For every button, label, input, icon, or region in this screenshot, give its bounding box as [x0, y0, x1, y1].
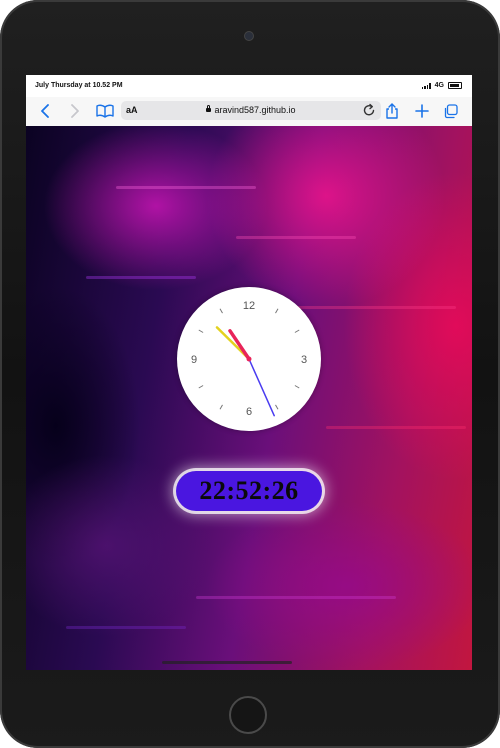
- browser-toolbar: aA aravind587.github.io: [26, 97, 472, 127]
- clock-tick: [294, 329, 300, 333]
- signal-icon: [421, 82, 431, 89]
- battery-icon: [448, 82, 462, 89]
- lock-icon: [206, 105, 212, 112]
- wallpaper-streak: [196, 596, 396, 599]
- clock-number-6: 6: [246, 406, 252, 418]
- url-display[interactable]: aravind587.github.io: [121, 105, 381, 115]
- wallpaper-streak: [66, 626, 186, 629]
- tablet-frame: July Thursday at 10.52 PM 4G aA aravind5…: [0, 0, 500, 748]
- clock-number-9: 9: [191, 354, 197, 366]
- clock-tick: [275, 308, 279, 314]
- network-label: 4G: [434, 82, 444, 89]
- clock-tick: [198, 329, 204, 333]
- forward-icon[interactable]: [70, 103, 80, 119]
- clock-tick: [198, 385, 204, 389]
- clock-face: 12 3 6 9: [191, 300, 307, 418]
- analog-clock: 12 3 6 9: [177, 287, 321, 431]
- wallpaper-streak: [326, 426, 466, 429]
- screen: July Thursday at 10.52 PM 4G aA aravind5…: [26, 75, 472, 670]
- reload-icon[interactable]: [363, 103, 376, 122]
- url-text: aravind587.github.io: [214, 105, 296, 115]
- clock-tick: [294, 385, 300, 389]
- back-icon[interactable]: [40, 103, 50, 119]
- digital-clock: 22:52:26: [176, 471, 322, 511]
- home-button[interactable]: [229, 696, 267, 734]
- tabs-icon[interactable]: [443, 103, 458, 119]
- wallpaper-streak: [86, 276, 196, 279]
- address-bar[interactable]: aA aravind587.github.io: [121, 101, 381, 120]
- wallpaper-streak: [116, 186, 256, 189]
- status-datetime: July Thursday at 10.52 PM: [35, 82, 123, 89]
- home-indicator: [162, 661, 292, 664]
- clock-number-12: 12: [243, 300, 255, 312]
- clock-tick: [219, 404, 223, 410]
- new-tab-icon[interactable]: [415, 103, 429, 119]
- digital-time: 22:52:26: [199, 476, 299, 505]
- clock-center-dot: [246, 356, 252, 362]
- hour-hand: [228, 329, 251, 361]
- clock-number-3: 3: [301, 354, 307, 366]
- front-camera: [245, 32, 253, 40]
- wallpaper-streak: [236, 236, 356, 239]
- clock-tick: [219, 308, 223, 314]
- status-indicators: 4G: [421, 82, 462, 89]
- clock-tick: [275, 404, 279, 410]
- status-bar: July Thursday at 10.52 PM 4G: [26, 75, 472, 97]
- bookmarks-icon[interactable]: [96, 103, 114, 119]
- share-icon[interactable]: [385, 103, 399, 119]
- second-hand: [248, 358, 275, 417]
